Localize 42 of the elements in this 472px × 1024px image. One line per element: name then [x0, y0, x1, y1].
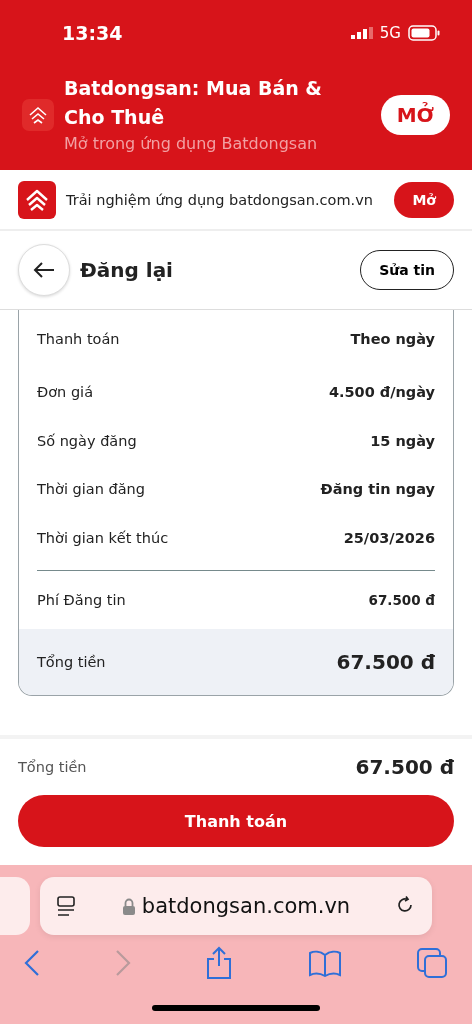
app-logo-icon — [22, 99, 54, 131]
address-bar[interactable]: batdongsan.com.vn — [40, 877, 432, 935]
total-value: 67.500 đ — [355, 755, 454, 779]
app-subtitle: Mở trong ứng dụng Batdongsan — [64, 133, 319, 155]
status-time: 13:34 — [62, 22, 123, 44]
row-value: 4.500 đ/ngày — [328, 384, 435, 401]
page-menu-icon — [56, 895, 76, 917]
back-button[interactable] — [18, 244, 70, 296]
row-value: 25/03/2026 — [343, 529, 435, 546]
total-value: 67.500 đ — [336, 650, 435, 674]
open-app-button[interactable]: MỞ — [380, 95, 450, 135]
network-label: 5G — [379, 24, 401, 42]
row-value: Đăng tin ngay — [320, 481, 435, 498]
row-label: Thời gian kết thúc — [37, 529, 169, 546]
app-title: Batdongsan: Mua Bán & Cho Thuê — [64, 76, 323, 130]
signal-icon — [350, 27, 373, 39]
total-label: Tổng tiền — [37, 654, 106, 670]
row-label: Đơn giá — [37, 384, 94, 401]
row-value: 15 ngày — [370, 432, 435, 449]
total-label: Tổng tiền — [18, 759, 87, 775]
pay-button[interactable]: Thanh toán — [18, 795, 454, 847]
app-logo-icon — [18, 180, 56, 219]
forward-icon[interactable] — [114, 949, 131, 977]
row-label: Thời gian đăng — [37, 481, 145, 498]
share-icon[interactable] — [205, 946, 233, 980]
row-label: Phí Đăng tin — [37, 592, 126, 608]
row-label: Số ngày đăng — [37, 432, 137, 449]
row-label: Thanh toán — [37, 331, 120, 347]
url-text: batdongsan.com.vn — [141, 894, 351, 918]
page-title: Đăng lại — [80, 258, 174, 282]
tabs-icon[interactable] — [416, 947, 448, 979]
row-value: 67.500 đ — [368, 592, 435, 608]
open-button[interactable]: Mở — [394, 181, 454, 218]
back-icon[interactable] — [24, 949, 40, 977]
banner-text: Trải nghiệm ứng dụng batdongsan.com.vn — [66, 191, 374, 208]
arrow-left-icon — [33, 262, 55, 278]
book-icon[interactable] — [307, 949, 342, 977]
battery-icon — [408, 25, 440, 41]
lock-icon — [121, 897, 136, 915]
row-value: Theo ngày — [350, 331, 435, 347]
edit-button[interactable]: Sửa tin — [360, 250, 454, 290]
previous-tab[interactable] — [0, 877, 30, 935]
